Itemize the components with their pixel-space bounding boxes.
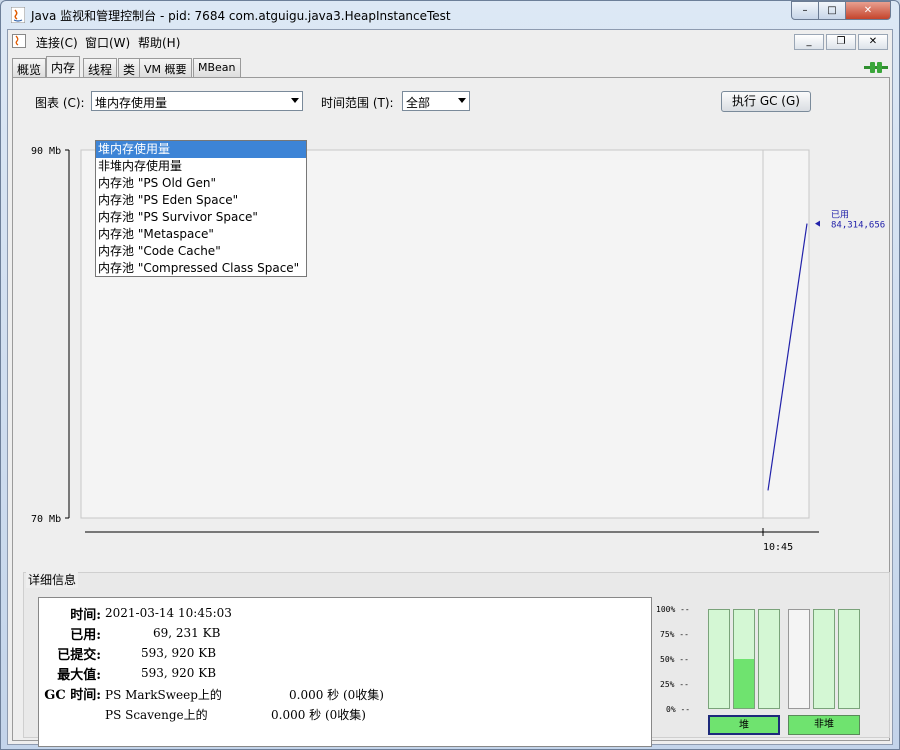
internal-close-button[interactable]: ✕ bbox=[858, 34, 888, 50]
tab-classes[interactable]: 类 bbox=[118, 58, 141, 78]
client-area: 连接(C) 窗口(W) 帮助(H) _ ❐ ✕ 概览 内存 线程 类 VM 概要… bbox=[7, 29, 893, 747]
tab-threads[interactable]: 线程 bbox=[83, 58, 118, 78]
heap-bar-button[interactable]: 堆 bbox=[708, 715, 780, 735]
details-label-committed: 已提交: bbox=[57, 648, 101, 663]
details-value-gc-marksweep: PS MarkSweep上的 bbox=[105, 688, 222, 702]
dropdown-option-code-cache[interactable]: 内存池 "Code Cache" bbox=[96, 243, 306, 260]
details-label-max: 最大值: bbox=[57, 668, 101, 683]
maximize-button[interactable]: □ bbox=[818, 1, 846, 20]
nonheap-pool-bar-3[interactable] bbox=[838, 609, 860, 709]
details-title: 详细信息 bbox=[26, 571, 79, 588]
window-title: Java 监视和管理控制台 - pid: 7684 com.atguigu.ja… bbox=[31, 9, 451, 23]
menu-help[interactable]: 帮助(H) bbox=[138, 34, 180, 51]
java-app-icon bbox=[10, 6, 26, 24]
details-value-gc-marksweep-time: 0.000 秒 (0收集) bbox=[289, 688, 384, 702]
tab-memory[interactable]: 内存 bbox=[46, 56, 81, 78]
dropdown-option-compressed-class[interactable]: 内存池 "Compressed Class Space" bbox=[96, 260, 306, 277]
chart-selector-label: 图表 (C): bbox=[35, 96, 85, 110]
y-tick-label-top: 90 Mb bbox=[31, 146, 61, 157]
heap-pool-bar-3[interactable] bbox=[758, 609, 780, 709]
dropdown-option-heap[interactable]: 堆内存使用量 bbox=[96, 141, 306, 158]
heap-pool-bar-1[interactable] bbox=[708, 609, 730, 709]
time-range-label: 时间范围 (T): bbox=[321, 96, 394, 110]
menu-connection[interactable]: 连接(C) bbox=[36, 34, 78, 51]
heap-pool-bar-2[interactable] bbox=[733, 609, 755, 709]
dropdown-option-metaspace[interactable]: 内存池 "Metaspace" bbox=[96, 226, 306, 243]
details-value-committed: 593, 920 KB bbox=[141, 646, 217, 660]
details-value-time: 2021-03-14 10:45:03 bbox=[105, 606, 232, 620]
details-panel: 详细信息 时间: 2021-03-14 10:45:03 已用: 69, 231… bbox=[23, 571, 890, 747]
dropdown-option-nonheap[interactable]: 非堆内存使用量 bbox=[96, 158, 306, 175]
usage-tick-25: 25% -- bbox=[660, 680, 689, 689]
tab-overview[interactable]: 概览 bbox=[12, 58, 47, 78]
dropdown-option-ps-survivor[interactable]: 内存池 "PS Survivor Space" bbox=[96, 209, 306, 226]
tab-mbean[interactable]: MBean bbox=[193, 58, 241, 78]
series-value-label: 84,314,656 bbox=[831, 221, 885, 231]
internal-restore-button[interactable]: ❐ bbox=[826, 34, 856, 50]
usage-tick-50: 50% -- bbox=[660, 655, 689, 664]
time-range-value: 全部 bbox=[406, 96, 431, 110]
usage-tick-75: 75% -- bbox=[660, 630, 689, 639]
heap-pool-bar-2-fill bbox=[734, 659, 754, 708]
nonheap-pool-bar-2[interactable] bbox=[813, 609, 835, 709]
application-window: Java 监视和管理控制台 - pid: 7684 com.atguigu.ja… bbox=[0, 0, 900, 750]
perform-gc-button[interactable]: 执行 GC (G) bbox=[721, 91, 811, 112]
x-tick-label: 10:45 bbox=[763, 542, 793, 553]
close-button[interactable]: ✕ bbox=[845, 1, 891, 20]
details-label-used: 已用: bbox=[70, 628, 101, 643]
connection-status-icon bbox=[864, 60, 888, 74]
title-bar[interactable]: Java 监视和管理控制台 - pid: 7684 com.atguigu.ja… bbox=[1, 1, 899, 29]
internal-minimize-button[interactable]: _ bbox=[794, 34, 824, 50]
time-range-selector[interactable]: 全部 bbox=[402, 91, 470, 111]
details-value-used: 69, 231 KB bbox=[153, 626, 221, 640]
usage-tick-0: 0% -- bbox=[666, 705, 691, 714]
menu-bar: 连接(C) 窗口(W) 帮助(H) _ ❐ ✕ bbox=[8, 30, 892, 52]
chart-selector[interactable]: 堆内存使用量 bbox=[91, 91, 303, 111]
usage-tick-100: 100% -- bbox=[656, 605, 690, 614]
details-info-box: 时间: 2021-03-14 10:45:03 已用: 69, 231 KB 已… bbox=[38, 597, 652, 747]
dropdown-option-ps-eden[interactable]: 内存池 "PS Eden Space" bbox=[96, 192, 306, 209]
minimize-button[interactable]: – bbox=[791, 1, 819, 20]
internal-frame-icon bbox=[12, 34, 26, 48]
nonheap-pool-bar-1[interactable] bbox=[788, 609, 810, 709]
y-tick-label-bottom: 70 Mb bbox=[31, 514, 61, 525]
series-pointer-marker bbox=[815, 220, 820, 227]
chart-selector-value: 堆内存使用量 bbox=[95, 96, 168, 110]
details-label-time: 时间: bbox=[70, 608, 101, 623]
chart-dropdown-list[interactable]: 堆内存使用量 非堆内存使用量 内存池 "PS Old Gen" 内存池 "PS … bbox=[95, 140, 307, 277]
series-name-label: 已用 bbox=[831, 210, 849, 221]
menu-window[interactable]: 窗口(W) bbox=[85, 34, 130, 51]
details-value-gc-scavenge-time: 0.000 秒 (0收集) bbox=[271, 708, 366, 722]
memory-panel: 图表 (C): 堆内存使用量 时间范围 (T): 全部 执行 GC (G) 堆内… bbox=[12, 77, 890, 747]
dropdown-option-ps-old-gen[interactable]: 内存池 "PS Old Gen" bbox=[96, 175, 306, 192]
tab-vm-summary[interactable]: VM 概要 bbox=[139, 58, 192, 78]
details-value-gc-scavenge: PS Scavenge上的 bbox=[105, 708, 208, 722]
details-value-max: 593, 920 KB bbox=[141, 666, 217, 680]
chevron-down-icon bbox=[458, 98, 466, 103]
details-label-gc-time: GC 时间: bbox=[44, 688, 101, 703]
chevron-down-icon bbox=[291, 98, 299, 103]
nonheap-bar-button[interactable]: 非堆 bbox=[788, 715, 860, 735]
